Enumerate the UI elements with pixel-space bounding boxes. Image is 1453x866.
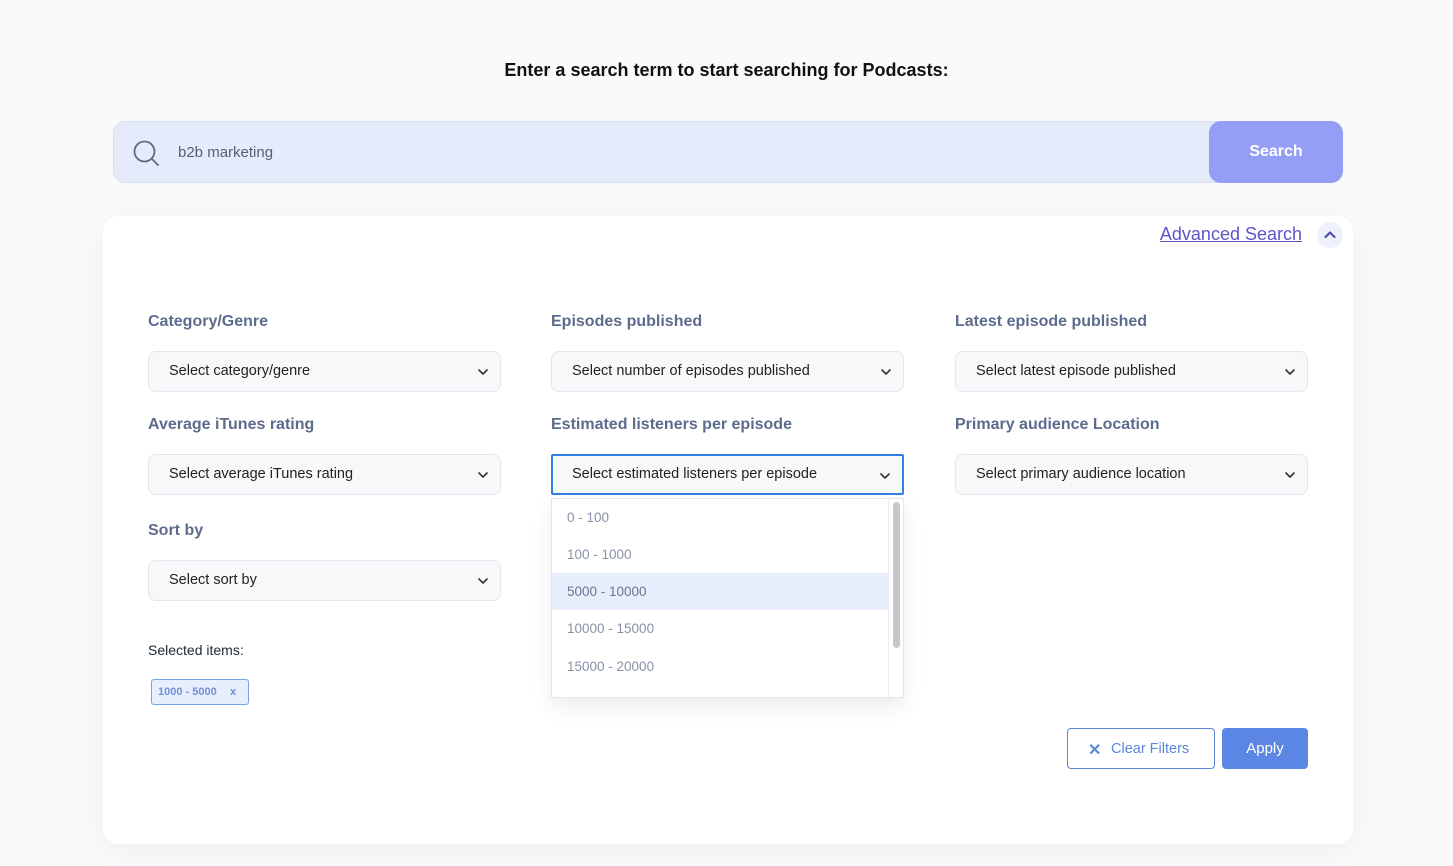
apply-button[interactable]: Apply xyxy=(1222,728,1308,769)
chip-label: 1000 - 5000 xyxy=(158,686,217,698)
dropdown-option[interactable]: 100 - 1000 xyxy=(552,536,889,573)
page: Enter a search term to start searching f… xyxy=(0,0,1453,866)
category-label: Category/Genre xyxy=(148,313,269,330)
selected-items-label: Selected items: xyxy=(148,642,244,658)
chevron-down-icon xyxy=(478,578,488,584)
search-icon xyxy=(133,140,159,166)
location-select[interactable]: Select primary audience location xyxy=(955,454,1308,495)
chevron-down-icon xyxy=(880,473,890,479)
chevron-down-icon xyxy=(1285,472,1295,478)
sort-label: Sort by xyxy=(148,522,204,539)
location-label: Primary audience Location xyxy=(955,416,1160,433)
chevron-down-icon xyxy=(1285,369,1295,375)
page-heading: Enter a search term to start searching f… xyxy=(504,60,949,80)
close-icon: ✕ xyxy=(1088,742,1102,759)
episodes-label: Episodes published xyxy=(551,313,703,330)
clear-filters-button[interactable]: ✕ Clear Filters xyxy=(1067,728,1215,769)
dropdown-option[interactable]: 5000 - 10000 xyxy=(552,573,889,610)
search-bar: Search xyxy=(113,121,1343,183)
clear-filters-label: Clear Filters xyxy=(1111,741,1190,757)
listeners-label: Estimated listeners per episode xyxy=(551,416,792,433)
sort-select-text: Select sort by xyxy=(169,572,257,588)
collapse-toggle[interactable] xyxy=(1317,222,1343,248)
dropdown-option[interactable]: 15000 - 20000 xyxy=(552,648,889,685)
chevron-down-icon xyxy=(478,369,488,375)
listeners-select[interactable]: Select estimated listeners per episode xyxy=(551,454,904,495)
category-select[interactable]: Select category/genre xyxy=(148,351,501,392)
dropdown-option[interactable]: 10000 - 15000 xyxy=(552,610,889,647)
listeners-dropdown-menu: 0 - 100 100 - 1000 5000 - 10000 10000 - … xyxy=(551,498,904,698)
chevron-down-icon xyxy=(478,472,488,478)
search-button[interactable]: Search xyxy=(1209,121,1343,183)
category-select-text: Select category/genre xyxy=(169,363,311,379)
dropdown-option[interactable]: 0 - 100 xyxy=(552,499,889,536)
chevron-down-icon xyxy=(881,369,891,375)
rating-select[interactable]: Select average iTunes rating xyxy=(148,454,501,495)
dropdown-scrollbar[interactable] xyxy=(888,499,903,697)
location-select-text: Select primary audience location xyxy=(976,466,1186,482)
listeners-select-text: Select estimated listeners per episode xyxy=(572,466,818,482)
selected-chip: 1000 - 5000 x xyxy=(151,679,249,705)
chevron-up-icon xyxy=(1324,231,1336,239)
latest-episode-select-text: Select latest episode published xyxy=(976,363,1176,379)
latest-episode-select[interactable]: Select latest episode published xyxy=(955,351,1308,392)
latest-episode-label: Latest episode published xyxy=(955,313,1148,330)
dropdown-scrollbar-thumb[interactable] xyxy=(893,502,900,648)
episodes-select-text: Select number of episodes published xyxy=(572,363,810,379)
episodes-select[interactable]: Select number of episodes published xyxy=(551,351,904,392)
chip-remove-button[interactable]: x xyxy=(230,686,236,698)
advanced-search-link[interactable]: Advanced Search xyxy=(1160,224,1302,245)
sort-select[interactable]: Select sort by xyxy=(148,560,501,601)
search-input[interactable] xyxy=(178,122,1198,182)
rating-label: Average iTunes rating xyxy=(148,416,315,433)
advanced-search-panel: Advanced Search Category/Genre Select ca… xyxy=(103,216,1353,844)
rating-select-text: Select average iTunes rating xyxy=(169,466,354,482)
